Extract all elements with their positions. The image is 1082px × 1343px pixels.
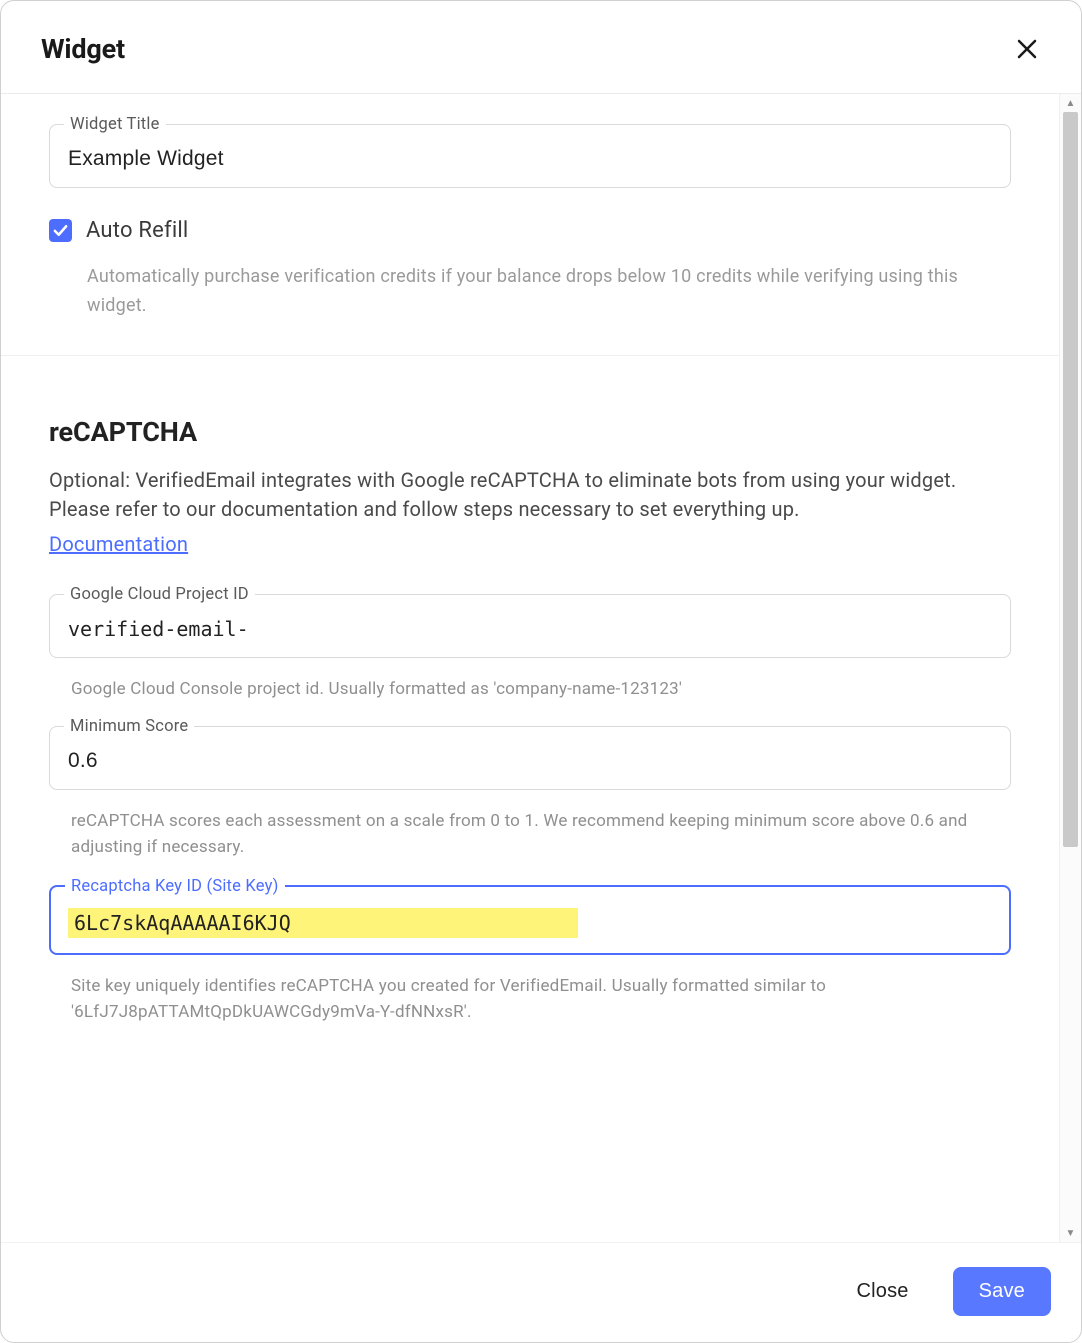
scrollbar-thumb[interactable] <box>1063 112 1078 847</box>
modal-body: Widget Title Auto Refill Automatically p… <box>1 94 1059 1242</box>
auto-refill-row: Auto Refill <box>49 218 1011 243</box>
scrollbar[interactable]: ▲ ▼ <box>1059 94 1081 1242</box>
widget-title-field[interactable]: Widget Title <box>49 124 1011 188</box>
recaptcha-description: Optional: VerifiedEmail integrates with … <box>49 466 1011 524</box>
site-key-helper: Site key uniquely identifies reCAPTCHA y… <box>49 963 1011 1050</box>
scroll-up-icon[interactable]: ▲ <box>1060 94 1081 112</box>
modal-header: Widget <box>1 1 1081 94</box>
modal-footer: Close Save <box>1 1242 1081 1342</box>
project-id-field[interactable]: Google Cloud Project ID <box>49 594 1011 658</box>
recaptcha-heading: reCAPTCHA <box>49 416 1011 448</box>
save-button[interactable]: Save <box>953 1267 1051 1316</box>
project-id-input[interactable] <box>68 617 992 641</box>
widget-title-input[interactable] <box>68 147 992 171</box>
close-button[interactable]: Close <box>830 1267 934 1316</box>
scroll-down-icon[interactable]: ▼ <box>1060 1224 1081 1242</box>
auto-refill-label: Auto Refill <box>86 218 188 243</box>
documentation-link[interactable]: Documentation <box>49 532 188 556</box>
site-key-input[interactable] <box>68 908 578 938</box>
min-score-helper: reCAPTCHA scores each assessment on a sc… <box>49 798 1011 885</box>
modal-title: Widget <box>41 33 125 65</box>
widget-title-label: Widget Title <box>64 115 166 134</box>
project-id-label: Google Cloud Project ID <box>64 585 255 604</box>
auto-refill-helper: Automatically purchase verification cred… <box>49 243 1011 345</box>
site-key-label: Recaptcha Key ID (Site Key) <box>65 877 285 896</box>
widget-modal: Widget Widget Title Auto Refill Automati… <box>0 0 1082 1343</box>
min-score-label: Minimum Score <box>64 717 194 736</box>
min-score-field[interactable]: Minimum Score <box>49 726 1011 790</box>
close-icon[interactable] <box>1013 35 1041 63</box>
site-key-field[interactable]: Recaptcha Key ID (Site Key) <box>49 885 1011 955</box>
min-score-input[interactable] <box>68 749 992 773</box>
auto-refill-checkbox[interactable] <box>49 219 72 242</box>
